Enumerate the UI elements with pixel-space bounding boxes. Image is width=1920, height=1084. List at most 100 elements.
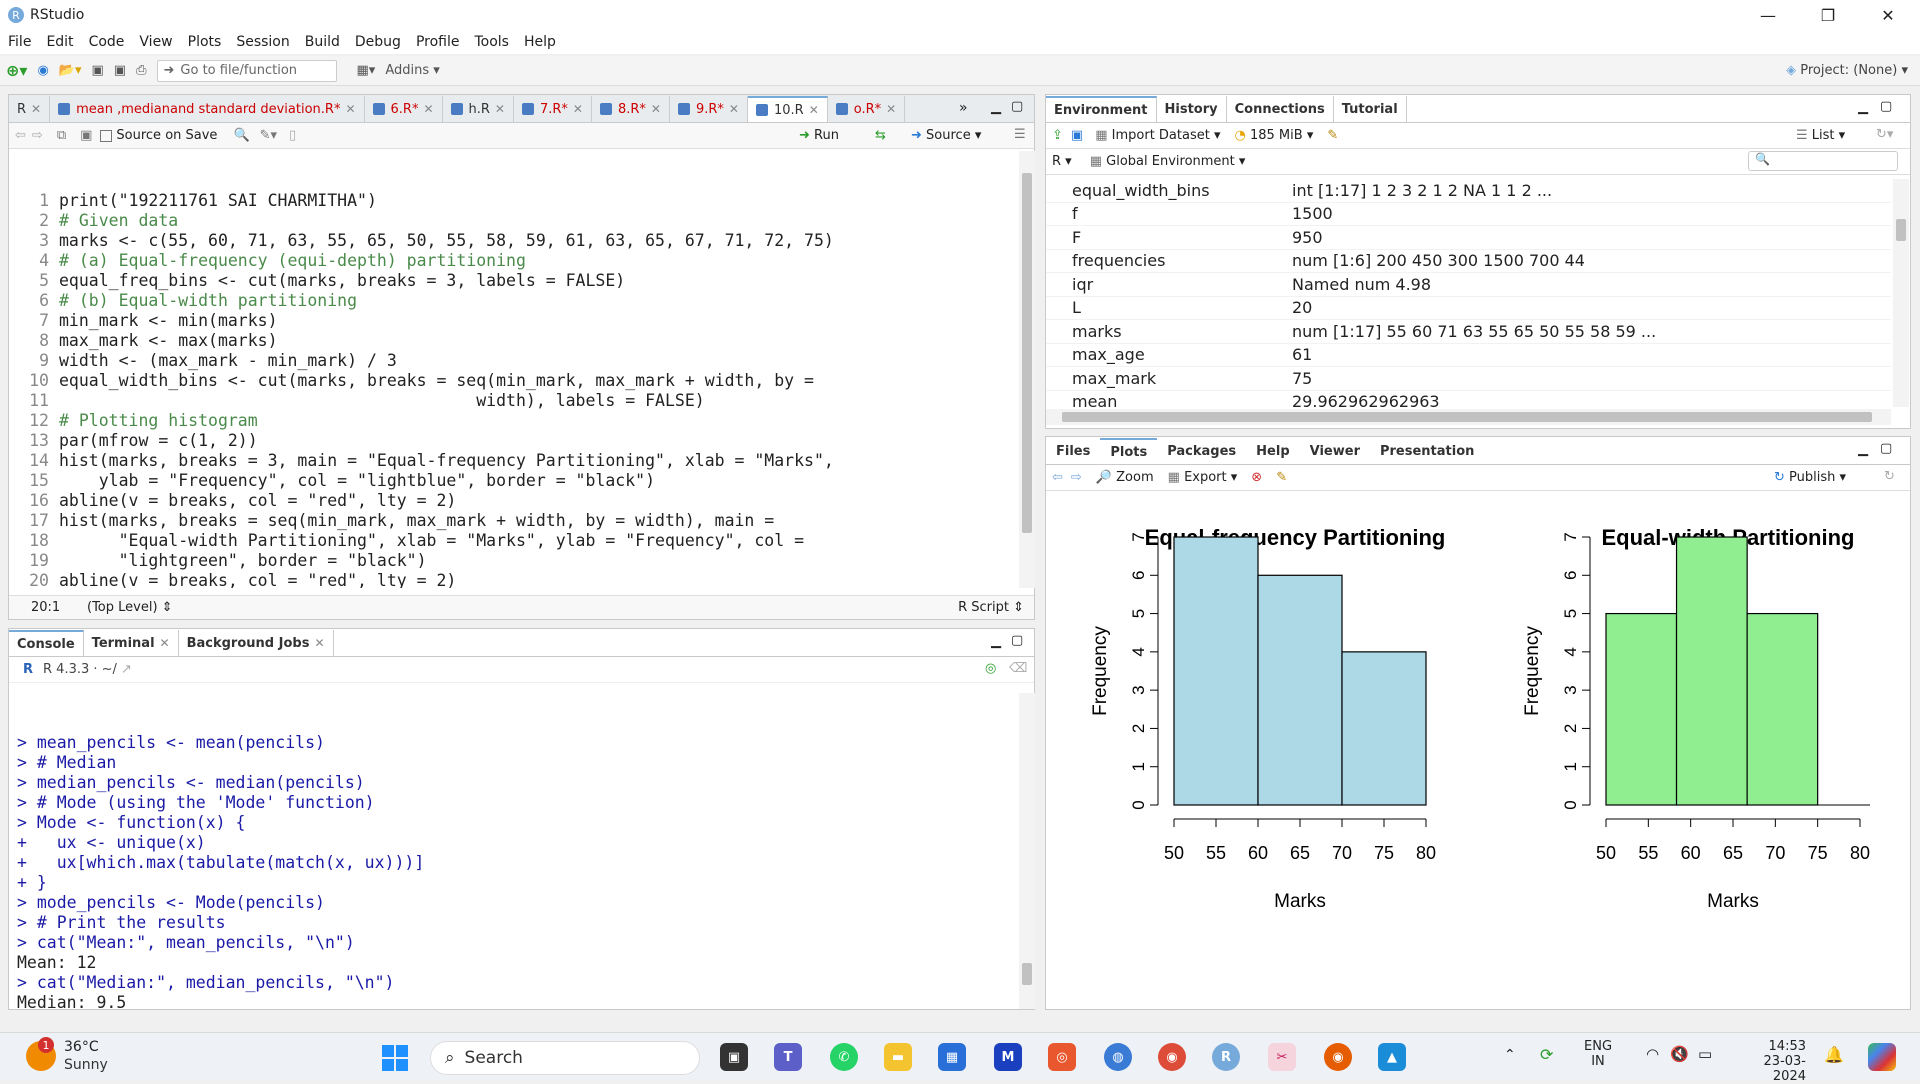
env-row[interactable]: max_age 61 [1046,344,1891,367]
minimize-pane-icon[interactable]: ▁ [991,634,1001,649]
console-output[interactable]: > mean_pencils <- mean(pencils) > # Media… [17,693,1012,1009]
task-view-icon[interactable]: ▣ [720,1043,748,1071]
scope-selector[interactable]: (Top Level) ⇕ [69,600,173,615]
prev-plot-icon[interactable]: ⇦ [1052,470,1063,485]
editor-tab-h[interactable]: h.R ✕ [443,96,514,122]
editor-tab-8[interactable]: 8.R* ✕ [592,96,670,122]
tab-help[interactable]: Help [1246,438,1299,464]
env-row[interactable]: iqr Named num 4.98 [1046,273,1891,297]
snipping-tool-icon[interactable]: ✂ [1268,1043,1296,1071]
code-area[interactable]: 1 print("192211761 SAI CHARMITHA") 2 # Give… [9,151,1017,588]
export-button[interactable]: ▦ Export ▾ [1168,470,1238,485]
view-mode-select[interactable]: ☰ List ▾ [1796,128,1845,143]
editor-scrollbar[interactable] [1019,151,1035,588]
menu-session[interactable]: Session [236,34,289,50]
editor-tab-9[interactable]: 9.R* ✕ [670,96,748,122]
language-select[interactable]: R ▾ [1052,154,1072,169]
notification-bell-icon[interactable]: 🔔 [1824,1045,1844,1064]
memory-usage-button[interactable]: ◔ 185 MiB ▾ [1235,128,1314,143]
menu-code[interactable]: Code [89,34,125,50]
windows-start-icon[interactable] [382,1045,408,1071]
photos-icon[interactable]: ▲ [1378,1043,1406,1071]
project-menu[interactable]: ◈ Project: (None) ▾ [1786,63,1908,78]
tab-history[interactable]: History [1157,96,1227,122]
language-indicator[interactable]: ENG IN [1584,1039,1612,1069]
open-file-icon[interactable]: 📂▾ [59,63,82,78]
maximize-pane-icon[interactable]: ▢ [1011,99,1023,114]
env-scrollbar[interactable] [1893,179,1909,407]
more-tabs-icon[interactable]: » [959,100,968,116]
tab-presentation[interactable]: Presentation [1370,438,1484,464]
clear-plots-broom-icon[interactable]: ✎ [1276,470,1287,485]
ubuntu-icon[interactable]: ◎ [1048,1043,1076,1071]
env-row[interactable]: frequencies num [1:6] 200 450 300 1500 70… [1046,250,1891,273]
tab-terminal[interactable]: Terminal ✕ [84,630,179,656]
new-project-icon[interactable]: ◉ [37,63,48,78]
tab-files[interactable]: Files [1046,438,1100,464]
minimize-pane-icon[interactable]: ▁ [1858,100,1868,115]
env-row[interactable]: L 20 [1046,297,1891,320]
run-button[interactable]: ➜ Run [799,128,839,143]
menu-build[interactable]: Build [305,34,340,50]
source-button[interactable]: ➜ Source ▾ [911,128,981,143]
env-row[interactable]: F 950 [1046,226,1891,250]
show-in-window-icon[interactable]: ⧉ [57,128,66,143]
tab-background-jobs[interactable]: Background Jobs ✕ [179,630,334,656]
tab-connections[interactable]: Connections [1227,96,1334,122]
close-tab-icon[interactable]: ✕ [809,103,819,117]
outline-icon[interactable]: ☰ [1014,127,1026,142]
editor-tab-mean[interactable]: mean ,medianand standard deviation.R* ✕ [50,96,365,122]
goto-file-input[interactable]: ➜ Go to file/function [156,59,337,82]
menu-debug[interactable]: Debug [355,34,401,50]
close-tab-icon[interactable]: ✕ [345,102,355,116]
env-scroll-thumb[interactable] [1896,219,1906,241]
console-scrollbar[interactable] [1019,693,1035,1009]
tab-packages[interactable]: Packages [1157,438,1246,464]
tab-plots[interactable]: Plots [1100,438,1158,464]
new-file-icon[interactable]: ⊕▾ [6,61,27,80]
minimize-button[interactable]: — [1740,0,1796,30]
close-tab-icon[interactable]: ✕ [423,102,433,116]
wifi-icon[interactable]: ◠ [1646,1045,1659,1063]
taskbar-search[interactable]: ⌕ Search [430,1041,700,1075]
save-all-icon[interactable]: ▣ [114,63,126,78]
env-row[interactable]: mean 29.962962962963 [1046,391,1891,407]
print-icon[interactable]: ⎙ [136,63,146,78]
menu-profile[interactable]: Profile [416,34,460,50]
maximize-pane-icon[interactable]: ▢ [1011,633,1023,648]
menu-edit[interactable]: Edit [46,34,73,50]
refresh-env-icon[interactable]: ↻▾ [1876,127,1893,142]
editor-tab-r[interactable]: R ✕ [9,96,51,122]
code-tools-icon[interactable]: ✎▾ [260,128,277,143]
menu-view[interactable]: View [139,34,172,50]
tab-viewer[interactable]: Viewer [1300,438,1370,464]
env-search-input[interactable]: 🔍 [1748,151,1898,171]
scope-select[interactable]: ▦ Global Environment ▾ [1090,154,1246,169]
close-tab-icon[interactable]: ✕ [160,636,170,650]
close-tab-icon[interactable]: ✕ [314,636,324,650]
copilot-icon[interactable] [1868,1043,1896,1071]
back-icon[interactable]: ⇦ [15,128,26,143]
file-explorer-icon[interactable]: ▬ [884,1043,912,1071]
next-plot-icon[interactable]: ⇨ [1071,470,1082,485]
publish-button[interactable]: ↻ Publish ▾ [1774,470,1846,485]
filetype-selector[interactable]: R Script ⇕ [958,600,1024,615]
minimize-pane-icon[interactable]: ▁ [1858,442,1868,457]
remove-plot-icon[interactable]: ⊗ [1251,470,1262,485]
env-row[interactable]: max_mark 75 [1046,367,1891,391]
refresh-plot-icon[interactable]: ↻ [1884,469,1895,484]
editor-tab-7[interactable]: 7.R* ✕ [514,96,592,122]
env-hscrollbar[interactable] [1046,409,1891,425]
math-app-icon[interactable]: M [994,1043,1022,1071]
close-tab-icon[interactable]: ✕ [651,102,661,116]
maximize-button[interactable]: ❐ [1800,0,1856,30]
teams-icon[interactable]: T [774,1043,802,1071]
close-button[interactable]: ✕ [1860,0,1916,30]
goto-dir-icon[interactable]: ↗ [121,662,132,677]
save-icon[interactable]: ▣ [92,63,104,78]
editor-tab-6[interactable]: 6.R* ✕ [365,96,443,122]
rstudio-taskbar-icon[interactable]: R [1212,1043,1240,1071]
close-tab-icon[interactable]: ✕ [729,102,739,116]
close-tab-icon[interactable]: ✕ [573,102,583,116]
chrome-profile-icon[interactable]: ◉ [1324,1043,1352,1071]
